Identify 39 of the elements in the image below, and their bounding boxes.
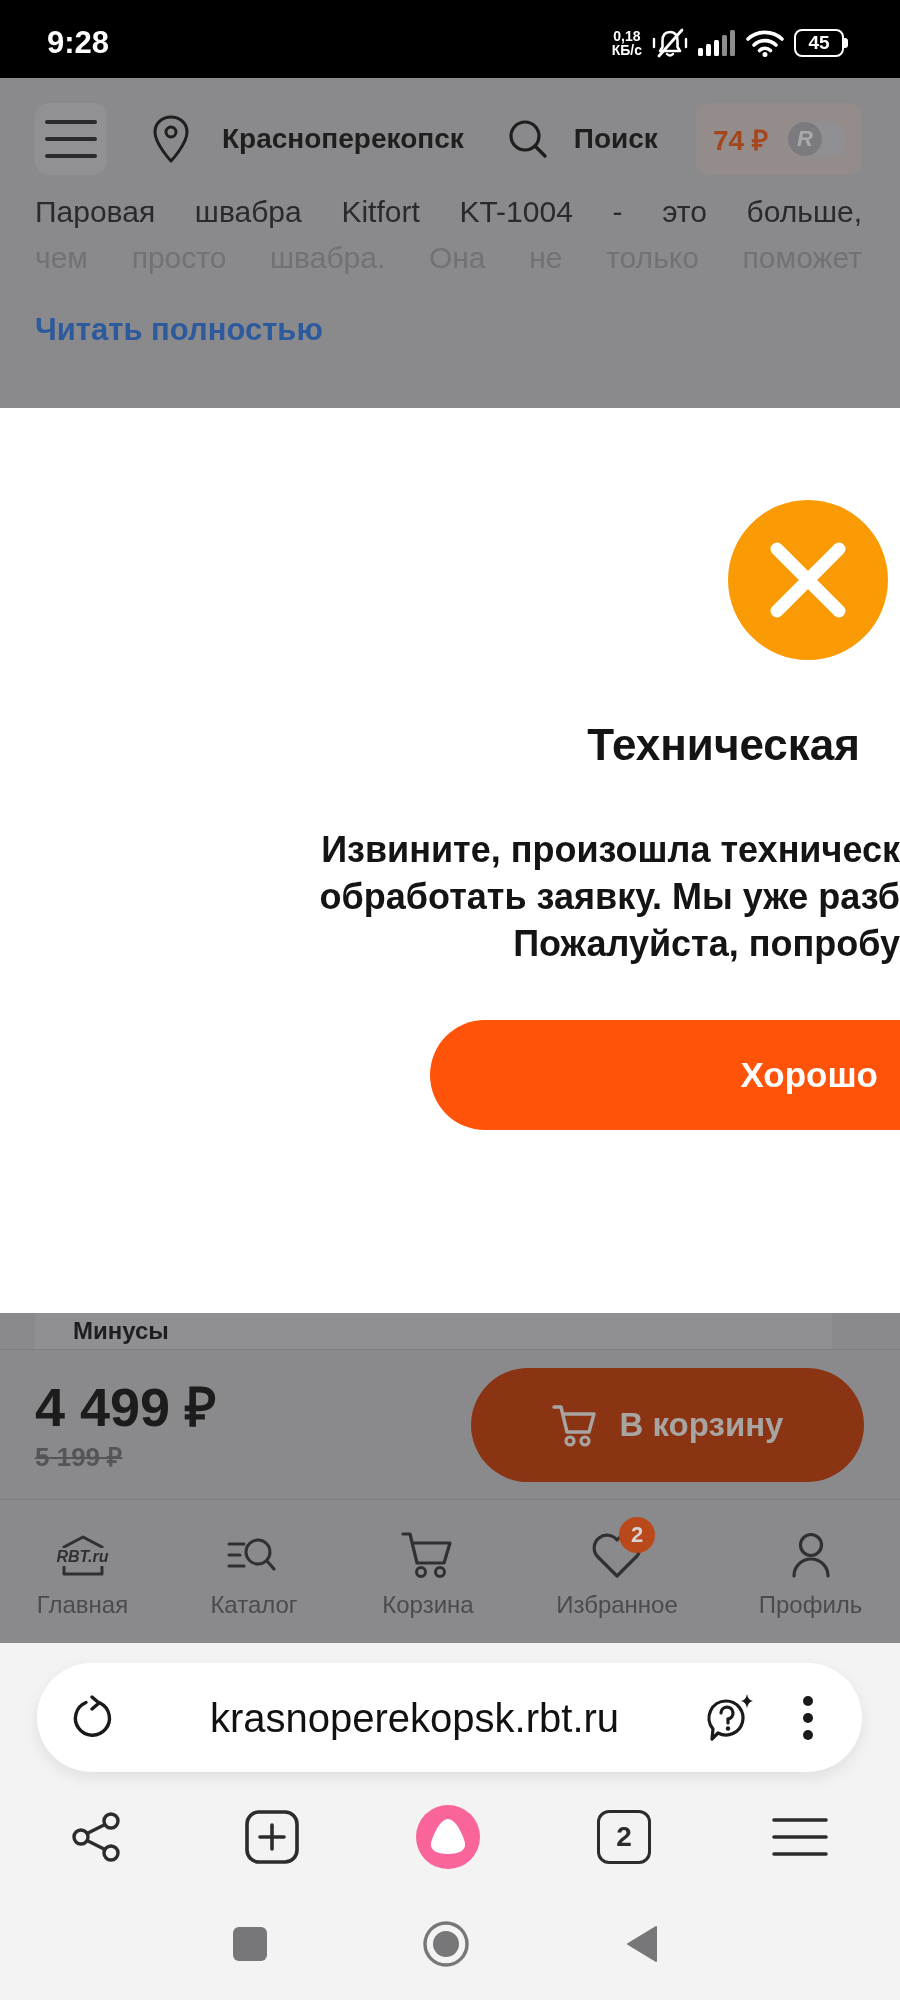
- battery-indicator: 45: [794, 29, 848, 57]
- add-tab-icon[interactable]: [245, 1810, 299, 1864]
- ok-button[interactable]: Хорошо: [430, 1020, 900, 1130]
- back-icon[interactable]: [626, 1925, 658, 1963]
- error-icon: [728, 500, 888, 660]
- search-icon: [507, 119, 548, 159]
- current-price: 4 499 ₽: [35, 1377, 217, 1436]
- share-icon[interactable]: [71, 1811, 121, 1863]
- error-message: Извините, произошла техническ обработать заявку. Мы уже разб Пожалуйста, попробу: [319, 828, 900, 966]
- tab-count-button[interactable]: 2: [597, 1810, 651, 1864]
- nav-item[interactable]: Каталог: [165, 1500, 343, 1643]
- location-pin-icon: [152, 115, 190, 163]
- add-to-cart-button[interactable]: В корзину: [471, 1367, 864, 1482]
- more-icon[interactable]: [802, 1694, 814, 1741]
- wifi-icon: [746, 29, 784, 57]
- search-button[interactable]: Поиск: [507, 119, 658, 159]
- nav-item[interactable]: 2 Избранное: [513, 1500, 721, 1643]
- home-logo: RBT.ru: [54, 1534, 111, 1576]
- person-icon: [790, 1532, 831, 1578]
- nav-item[interactable]: Профиль: [721, 1500, 900, 1643]
- menu-icon: [45, 120, 97, 158]
- status-time: 9:28: [47, 25, 110, 61]
- ring-icon[interactable]: [416, 1805, 480, 1869]
- nav-item[interactable]: RBT.ru Главная: [0, 1500, 165, 1643]
- cart-icon: [401, 1530, 455, 1580]
- nav-item[interactable]: Корзина: [343, 1500, 513, 1643]
- city-selector[interactable]: Красноперекопск: [152, 115, 464, 163]
- section-title: Минусы: [73, 1316, 169, 1346]
- dialog-title: Техническая: [587, 719, 861, 771]
- muted-bell-icon: [652, 28, 688, 58]
- square-nav-icon[interactable]: [233, 1927, 267, 1961]
- home-circle-icon[interactable]: [423, 1921, 469, 1967]
- count-badge: 2: [619, 1517, 655, 1553]
- signal-icon: [698, 30, 736, 56]
- read-more-link[interactable]: Читать полностью: [35, 310, 323, 350]
- url-text[interactable]: krasnoperekopsk.rbt.ru: [210, 1694, 620, 1741]
- menu-button[interactable]: [35, 103, 107, 175]
- network-speed: 0,18 КБ/с: [611, 29, 642, 57]
- menu-icon[interactable]: [772, 1817, 828, 1857]
